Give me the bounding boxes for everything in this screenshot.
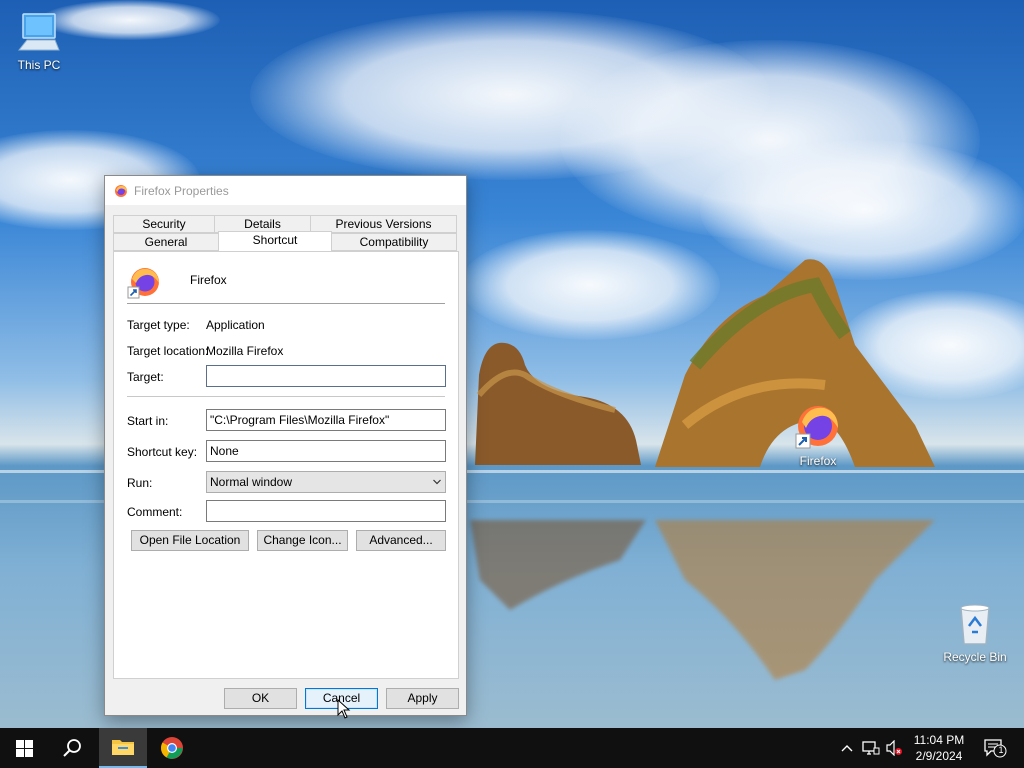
file-explorer-icon [112, 740, 134, 755]
recycle-bin-label: Recycle Bin [943, 650, 1007, 664]
start-button[interactable] [0, 728, 48, 768]
tab-strip: Security Details Previous Versions Gener… [113, 215, 458, 253]
tab-previous-versions[interactable]: Previous Versions [310, 215, 457, 233]
ok-button[interactable]: OK [224, 688, 297, 709]
recycle-bin-icon [960, 604, 990, 645]
target-type-value: Application [206, 318, 265, 332]
run-select-value: Normal window [210, 475, 293, 489]
show-hidden-icons-button[interactable] [838, 740, 856, 756]
network-button[interactable] [862, 740, 880, 756]
firefox-app-icon [127, 268, 159, 299]
target-type-label: Target type: [127, 318, 190, 332]
tab-general[interactable]: General [113, 233, 219, 251]
notification-count: 1 [998, 745, 1004, 755]
open-file-location-button[interactable]: Open File Location [131, 530, 249, 551]
tab-security[interactable]: Security [113, 215, 215, 233]
chrome-icon [161, 737, 183, 759]
chevron-up-icon [841, 745, 853, 752]
taskbar-clock[interactable]: 11:04 PM 2/9/2024 [908, 732, 970, 764]
taskbar: 11:04 PM 2/9/2024 1 [0, 728, 1024, 768]
apply-button[interactable]: Apply [386, 688, 459, 709]
desktop-icon-this-pc[interactable]: This PC [1, 10, 77, 72]
volume-muted-icon [886, 740, 902, 756]
chevron-down-icon [433, 479, 441, 485]
firefox-desktop-label: Firefox [799, 454, 837, 468]
comment-input[interactable] [206, 500, 446, 522]
action-center-button[interactable]: 1 [983, 738, 1007, 758]
desktop-icon-firefox[interactable]: Firefox [780, 402, 856, 468]
target-input[interactable] [206, 365, 446, 387]
dialog-title: Firefox Properties [134, 183, 229, 198]
desktop-icon-recycle-bin[interactable]: Recycle Bin [937, 602, 1013, 664]
run-label: Run: [127, 476, 153, 490]
this-pc-icon [17, 13, 60, 51]
target-label: Target: [127, 370, 164, 384]
dialog-titlebar[interactable]: Firefox Properties [105, 176, 466, 205]
volume-button[interactable] [885, 740, 903, 756]
target-location-value: Mozilla Firefox [206, 344, 284, 358]
search-icon [63, 739, 81, 757]
target-location-label: Target location: [127, 344, 209, 358]
run-select[interactable]: Normal window [206, 471, 446, 493]
search-button[interactable] [48, 728, 96, 768]
windows-logo-icon [15, 739, 33, 757]
network-icon [862, 741, 880, 755]
clock-time: 11:04 PM [913, 733, 965, 747]
this-pc-label: This PC [17, 58, 61, 72]
shortcut-name: Firefox [190, 273, 227, 287]
mouse-cursor-icon [337, 699, 351, 719]
tab-shortcut[interactable]: Shortcut [218, 231, 332, 251]
comment-label: Comment: [127, 505, 183, 519]
file-explorer-button[interactable] [99, 728, 147, 768]
change-icon-button[interactable]: Change Icon... [257, 530, 348, 551]
separator-top [127, 303, 445, 304]
start-in-input[interactable]: "C:\Program Files\Mozilla Firefox" [206, 409, 446, 431]
firefox-icon [795, 406, 838, 449]
chrome-button[interactable] [148, 728, 196, 768]
shortcut-key-input[interactable]: None [206, 440, 446, 462]
separator-middle [127, 396, 445, 397]
shortcut-tab-panel: Firefox Target type: Application Target … [113, 251, 459, 679]
start-in-label: Start in: [127, 414, 169, 428]
shortcut-key-label: Shortcut key: [127, 445, 198, 459]
tab-compatibility[interactable]: Compatibility [331, 233, 457, 251]
firefox-title-icon [115, 184, 127, 197]
properties-dialog: Firefox Properties Security Details Prev… [104, 175, 467, 716]
clock-date: 2/9/2024 [915, 749, 963, 763]
advanced-button[interactable]: Advanced... [356, 530, 446, 551]
